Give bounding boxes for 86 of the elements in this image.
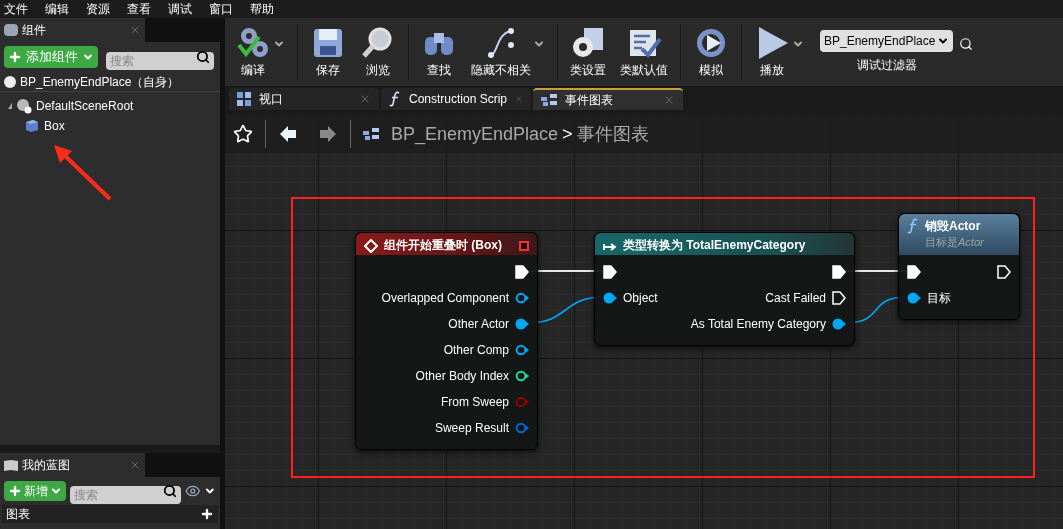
search-field[interactable]: 搜索 — [70, 486, 181, 504]
breadcrumb-separator: > — [562, 122, 573, 146]
data-pin[interactable] — [515, 292, 529, 304]
toolbar-button[interactable]: 类设置 — [564, 21, 612, 83]
exec-pin[interactable] — [907, 265, 921, 279]
pin-label: Cast Failed — [765, 290, 826, 307]
data-pin[interactable] — [515, 344, 529, 356]
pin-label: From Sweep — [440, 394, 509, 411]
pin-label: As Total Enemy Category — [690, 316, 826, 333]
graph-node[interactable]: 销毁Actor 目标是Actor 目标 — [898, 213, 1020, 320]
node-subtitle: 目标是Actor — [925, 235, 985, 250]
editor-tab[interactable]: Construction Scrip — [381, 88, 531, 110]
pin-label: Object — [623, 290, 658, 307]
forward-arrow-icon[interactable] — [318, 124, 338, 144]
menu-item[interactable]: 查看 — [127, 0, 151, 18]
toolbar-button[interactable]: 类默认值 — [614, 21, 674, 83]
node-title: 组件开始重叠时 (Box) — [384, 237, 503, 253]
pin-label: Other Body Index — [415, 368, 509, 385]
node-title: 销毁Actor — [925, 218, 982, 234]
breadcrumb-link[interactable]: BP_EnemyEndPlace — [391, 120, 559, 148]
search-icon — [196, 50, 210, 64]
graph-node[interactable]: 类型转换为 TotalEnemyCategory Object Cast Failed As Total Enemy Category — [594, 232, 855, 346]
pin-label: Overlapped Component — [381, 290, 509, 307]
breadcrumb-current: 事件图表 — [576, 122, 649, 146]
section-header[interactable]: 图表 — [6, 505, 30, 523]
back-arrow-icon[interactable] — [278, 124, 298, 144]
editor-tab[interactable]: 视口 — [229, 88, 379, 110]
toolbar-button[interactable]: 编译 — [229, 21, 291, 83]
menu-item[interactable]: 资源 — [86, 0, 110, 18]
tree-item[interactable]: DefaultSceneRoot — [36, 97, 134, 115]
debug-filter-label: 调试过滤器 — [856, 57, 917, 74]
toolbar-button[interactable]: 播放 — [748, 21, 810, 83]
tree-item[interactable]: Box — [44, 117, 65, 135]
eye-icon[interactable] — [184, 483, 201, 499]
toolbar-button[interactable]: 隐藏不相关 — [465, 21, 551, 83]
close-icon[interactable] — [359, 93, 371, 105]
menu-item[interactable]: 文件 — [4, 0, 28, 18]
graph-icon — [541, 94, 557, 106]
panel-tab[interactable]: 组件 — [0, 18, 145, 42]
favorite-star-icon[interactable] — [233, 124, 253, 144]
debug-filter-dropdown[interactable]: BP_EnemyEndPlace — [820, 30, 954, 52]
cube-icon — [24, 118, 40, 134]
pin-label: Sweep Result — [434, 420, 509, 437]
menu-item[interactable]: 窗口 — [209, 0, 233, 18]
panel-tab[interactable]: 我的蓝图 — [0, 453, 145, 477]
function-icon — [389, 91, 401, 107]
sphere-icon — [16, 98, 32, 114]
exec-pin[interactable] — [997, 265, 1011, 279]
search-icon[interactable] — [959, 37, 974, 51]
data-pin[interactable] — [603, 292, 617, 304]
cast-arrow-icon — [603, 241, 617, 253]
pin-label: 目标 — [927, 290, 951, 307]
menu-item[interactable]: 编辑 — [45, 0, 69, 18]
function-icon — [907, 218, 919, 234]
search-field[interactable]: 搜索 — [106, 52, 214, 70]
search-icon — [162, 484, 177, 498]
data-pin[interactable] — [515, 318, 529, 330]
add-icon[interactable] — [200, 507, 214, 521]
plus-icon — [8, 50, 22, 64]
close-icon[interactable] — [129, 459, 141, 471]
menu-item[interactable]: 调试 — [168, 0, 192, 18]
graph-node[interactable]: 组件开始重叠时 (Box) Overlapped Component Other Actor Other Comp Other Body Index From Sweep Sweep Result — [355, 232, 538, 450]
toolbar-button[interactable]: 浏览 — [354, 21, 402, 83]
pin-label: Other Comp — [443, 342, 509, 359]
node-title: 类型转换为 TotalEnemyCategory — [623, 237, 807, 253]
data-pin[interactable] — [515, 370, 529, 382]
stop-icon — [519, 241, 529, 251]
pin-label: Other Actor — [448, 316, 509, 333]
diamond-icon — [364, 239, 378, 253]
editor-tab[interactable]: 事件图表 — [533, 88, 683, 110]
graph-icon — [363, 128, 379, 140]
exec-pin[interactable] — [832, 291, 846, 305]
window-grid-icon — [237, 92, 251, 106]
data-pin[interactable] — [907, 292, 921, 304]
exec-pin[interactable] — [832, 265, 846, 279]
toolbar-button[interactable]: 模拟 — [687, 21, 735, 83]
exec-pin[interactable] — [515, 265, 529, 279]
data-pin[interactable] — [832, 318, 846, 330]
menu-item[interactable]: 帮助 — [250, 0, 274, 18]
exec-pin[interactable] — [603, 265, 617, 279]
toolbar-button[interactable]: 保存 — [304, 21, 352, 83]
plus-icon — [8, 484, 22, 498]
tree-item[interactable]: BP_EnemyEndPlace（自身） — [20, 72, 180, 91]
book-icon — [4, 459, 18, 471]
close-icon[interactable] — [129, 24, 141, 36]
toolbar-button[interactable]: 查找 — [415, 21, 463, 83]
